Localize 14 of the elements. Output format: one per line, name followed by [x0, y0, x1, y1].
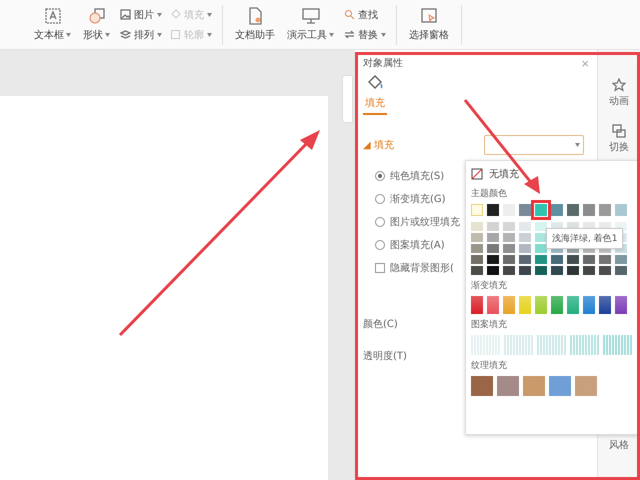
- option-label: 隐藏背景图形(: [390, 262, 454, 275]
- option-label: 渐变填充(G): [390, 192, 446, 206]
- theme-colors-heading: 主题颜色: [471, 188, 508, 200]
- field-label: 颜色(C): [363, 318, 398, 331]
- tooltip: 浅海洋绿, 着色1: [546, 228, 624, 249]
- option-label: 纯色填充(S): [390, 170, 444, 183]
- texture-heading: 纹理填充: [471, 360, 508, 372]
- gradient-heading: 渐变填充: [471, 280, 508, 292]
- option-label: 图片或纹理填充: [390, 216, 460, 229]
- panel-title: 对象属性: [363, 56, 403, 70]
- section-heading: ◢ 填充: [363, 138, 394, 152]
- pattern-heading: 图案填充: [471, 318, 508, 331]
- option-label: 图案填充(A): [390, 238, 445, 252]
- field-label: 透明度(T): [363, 350, 407, 363]
